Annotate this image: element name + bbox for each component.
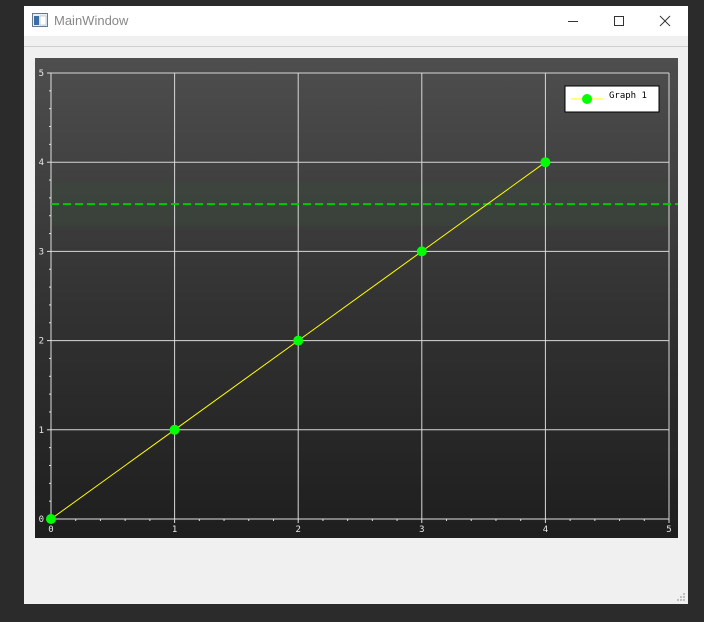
y-tick-label: 0: [39, 515, 44, 525]
x-tick-label: 5: [666, 525, 671, 535]
x-tick-label: 1: [172, 525, 177, 535]
maximize-icon: [614, 16, 624, 26]
main-window: MainWindow 0 1 2 3 4 5 0 1 2 3 4 5 Graph 1: [24, 6, 688, 604]
window-title: MainWindow: [54, 13, 129, 28]
maximize-button[interactable]: [596, 6, 642, 36]
menu-bar[interactable]: [24, 36, 688, 47]
x-tick-label: 2: [295, 525, 300, 535]
y-tick-label: 2: [39, 337, 44, 347]
data-point: [46, 514, 56, 524]
plot-widget[interactable]: 0 1 2 3 4 5 0 1 2 3 4 5 Graph 1: [35, 58, 678, 538]
data-point: [416, 246, 427, 257]
app-window-icon: [32, 13, 48, 27]
close-icon: [659, 15, 671, 27]
y-tick-label: 5: [39, 69, 44, 79]
minimize-button[interactable]: [550, 6, 596, 36]
y-tick-label: 3: [39, 247, 44, 257]
x-tick-label: 3: [419, 525, 424, 535]
legend-label: Graph 1: [609, 91, 647, 101]
data-point: [293, 335, 304, 346]
title-bar[interactable]: MainWindow: [24, 6, 688, 36]
reference-band: [51, 182, 669, 227]
x-tick-label: 4: [543, 525, 548, 535]
data-point: [540, 157, 551, 168]
x-tick-label: 0: [48, 525, 53, 535]
data-point: [169, 424, 180, 435]
close-button[interactable]: [642, 6, 688, 36]
minimize-icon: [568, 21, 578, 22]
size-grip-icon[interactable]: [676, 592, 686, 602]
y-tick-label: 1: [39, 426, 44, 436]
y-tick-label: 4: [39, 158, 44, 168]
legend-marker-swatch: [582, 94, 592, 104]
